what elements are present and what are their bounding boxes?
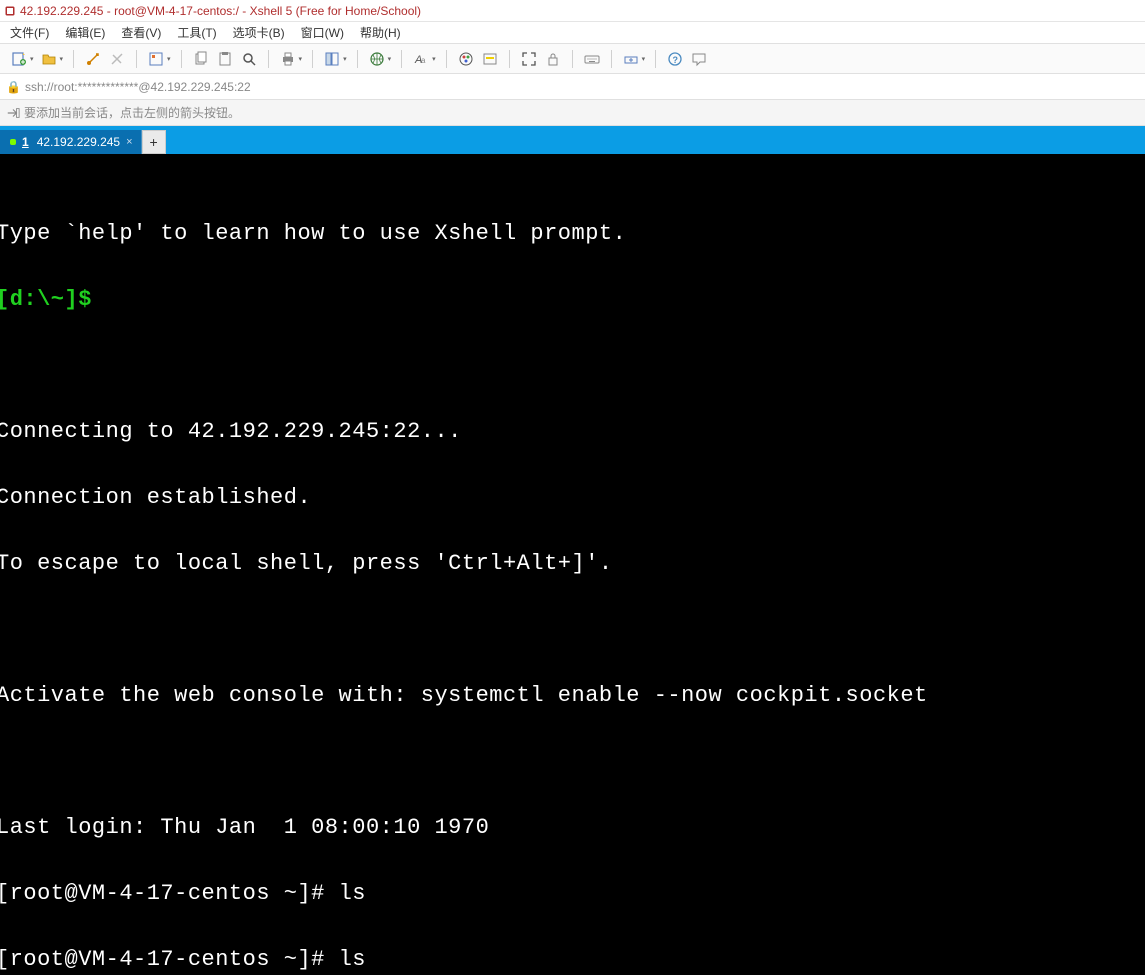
lock-button[interactable]: [542, 48, 564, 70]
new-session-button[interactable]: [8, 48, 30, 70]
terminal-line: To escape to local shell, press 'Ctrl+Al…: [0, 547, 1145, 580]
connection-status-icon: [10, 139, 16, 145]
terminal-line: Connecting to 42.192.229.245:22...: [0, 415, 1145, 448]
font-button[interactable]: Aa: [410, 48, 432, 70]
shell-prompt: [root@VM-4-17-centos ~]#: [0, 881, 339, 906]
shell-command: ls: [339, 947, 366, 972]
dropdown-arrow-icon[interactable]: ▾: [642, 55, 646, 63]
toolbar-separator: [73, 50, 74, 68]
dropdown-arrow-icon[interactable]: ▾: [30, 55, 34, 63]
menu-view[interactable]: 查看(V): [115, 22, 167, 43]
fullscreen-button[interactable]: [518, 48, 540, 70]
toolbar-separator: [509, 50, 510, 68]
toolbar-separator: [611, 50, 612, 68]
toolbar-separator: [312, 50, 313, 68]
shell-command: ls: [339, 881, 366, 906]
terminal-line: Activate the web console with: systemctl…: [0, 679, 1145, 712]
info-text: 要添加当前会话，点击左侧的箭头按钮。: [24, 104, 240, 121]
sessions-panel-button[interactable]: [321, 48, 343, 70]
menu-window[interactable]: 窗口(W): [295, 22, 350, 43]
terminal-line: Last login: Thu Jan 1 08:00:10 1970: [0, 811, 1145, 844]
disconnect-button[interactable]: [106, 48, 128, 70]
toolbar-separator: [268, 50, 269, 68]
menu-options[interactable]: 选项卡(B): [227, 22, 291, 43]
dropdown-arrow-icon[interactable]: ▾: [60, 55, 64, 63]
menu-help[interactable]: 帮助(H): [354, 22, 407, 43]
menu-edit[interactable]: 编辑(E): [59, 22, 111, 43]
app-logo-icon: [4, 5, 16, 17]
lock-icon: 🔒: [6, 80, 21, 94]
dropdown-arrow-icon[interactable]: ▾: [388, 55, 392, 63]
address-text: ssh://root:*************@42.192.229.245:…: [25, 80, 251, 94]
session-tab[interactable]: 1 42.192.229.245 ×: [0, 130, 142, 154]
dropdown-arrow-icon[interactable]: ▾: [343, 55, 347, 63]
tab-index: 1: [22, 135, 29, 149]
tab-bar: 1 42.192.229.245 × +: [0, 126, 1145, 154]
toolbar: ▾ ▾ ▾ ▾ ▾ ▾ Aa ▾: [0, 44, 1145, 74]
reconnect-button[interactable]: [82, 48, 104, 70]
shell-prompt: [root@VM-4-17-centos ~]#: [0, 947, 339, 972]
info-bar: 要添加当前会话，点击左侧的箭头按钮。: [0, 100, 1145, 126]
menu-bar: 文件(F) 编辑(E) 查看(V) 工具(T) 选项卡(B) 窗口(W) 帮助(…: [0, 22, 1145, 44]
toolbar-separator: [181, 50, 182, 68]
transfer-button[interactable]: [620, 48, 642, 70]
properties-button[interactable]: [145, 48, 167, 70]
help-button[interactable]: ?: [664, 48, 686, 70]
toolbar-separator: [357, 50, 358, 68]
toolbar-separator: [136, 50, 137, 68]
menu-file[interactable]: 文件(F): [4, 22, 55, 43]
toolbar-separator: [655, 50, 656, 68]
tab-label: 42.192.229.245: [37, 135, 120, 149]
feedback-button[interactable]: [688, 48, 710, 70]
dropdown-arrow-icon[interactable]: ▾: [432, 55, 436, 63]
terminal[interactable]: Type `help' to learn how to use Xshell p…: [0, 154, 1145, 975]
add-session-arrow-icon[interactable]: [6, 106, 20, 120]
tab-close-button[interactable]: ×: [126, 136, 132, 148]
new-tab-button[interactable]: +: [142, 130, 166, 154]
color-scheme-button[interactable]: [455, 48, 477, 70]
find-button[interactable]: [238, 48, 260, 70]
toolbar-separator: [446, 50, 447, 68]
dropdown-arrow-icon[interactable]: ▾: [167, 55, 171, 63]
toolbar-separator: [401, 50, 402, 68]
menu-tools[interactable]: 工具(T): [171, 22, 222, 43]
terminal-line: Type `help' to learn how to use Xshell p…: [0, 217, 1145, 250]
dropdown-arrow-icon[interactable]: ▾: [299, 55, 303, 63]
address-bar[interactable]: 🔒 ssh://root:*************@42.192.229.24…: [0, 74, 1145, 100]
terminal-line: Connection established.: [0, 481, 1145, 514]
highlight-button[interactable]: [479, 48, 501, 70]
keyboard-button[interactable]: [581, 48, 603, 70]
title-bar: 42.192.229.245 - root@VM-4-17-centos:/ -…: [0, 0, 1145, 22]
paste-button[interactable]: [214, 48, 236, 70]
window-title: 42.192.229.245 - root@VM-4-17-centos:/ -…: [20, 4, 421, 18]
local-prompt: [d:\~]$: [0, 287, 106, 312]
copy-button[interactable]: [190, 48, 212, 70]
open-session-button[interactable]: [38, 48, 60, 70]
toolbar-separator: [572, 50, 573, 68]
print-button[interactable]: [277, 48, 299, 70]
svg-text:?: ?: [673, 55, 679, 65]
language-button[interactable]: [366, 48, 388, 70]
svg-text:a: a: [421, 56, 426, 65]
